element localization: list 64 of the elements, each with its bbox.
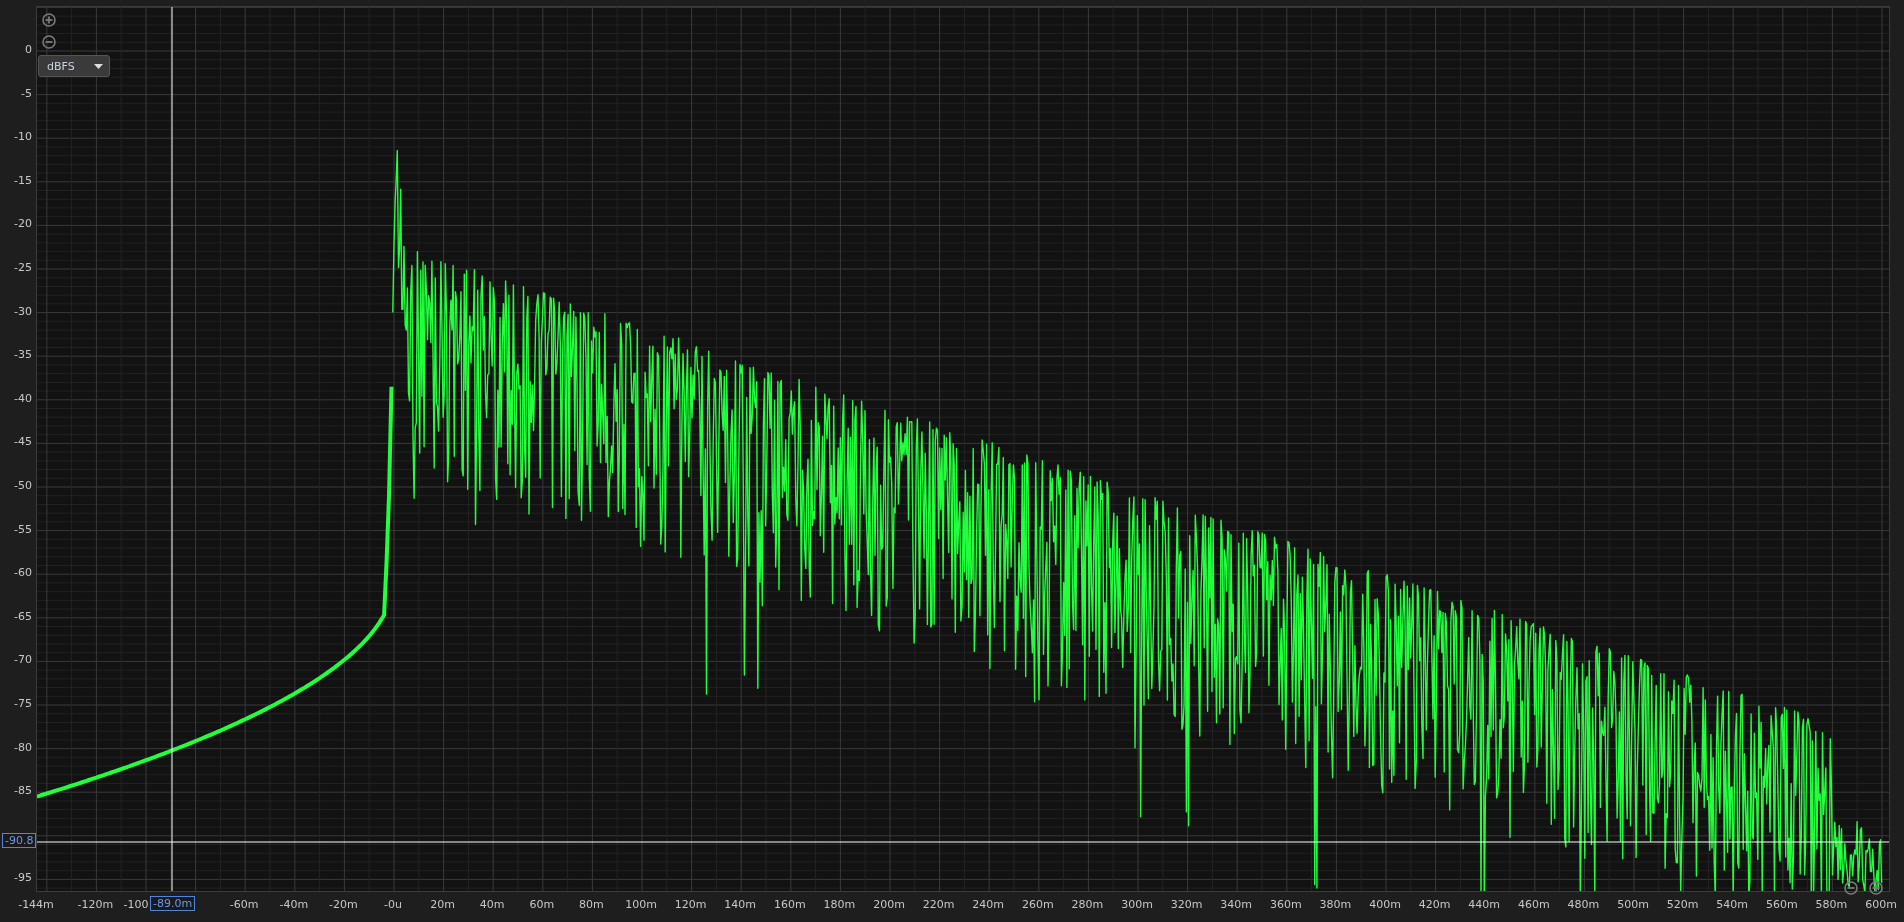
x-axis-label: 580m	[1815, 898, 1848, 911]
x-axis-label: 420m	[1418, 898, 1451, 911]
y-axis-label: -80	[14, 740, 32, 754]
y-axis-label: -25	[14, 261, 32, 274]
x-axis-label: -144m	[18, 898, 54, 911]
y-axis-label: -85	[14, 784, 32, 798]
x-axis-label: 220m	[922, 898, 955, 911]
x-axis-label: 460m	[1517, 898, 1550, 911]
caret-icon	[94, 63, 103, 69]
unit-dropdown[interactable]: dBFS	[38, 55, 110, 77]
y-cursor-readout: -90.8	[2, 833, 37, 848]
x-axis-label: 340m	[1220, 898, 1253, 911]
x-axis-label: 40m	[479, 898, 505, 911]
y-axis-label: -95	[14, 871, 32, 885]
x-axis-label: -40m	[279, 898, 309, 911]
x-axis-label: 80m	[579, 898, 604, 911]
y-axis-label: -10	[14, 130, 32, 144]
x-cursor-readout: -89.0m	[150, 896, 196, 911]
x-axis-label: 280m	[1071, 898, 1104, 911]
x-axis-label: -0u	[384, 898, 402, 911]
y-axis-label: -40	[14, 391, 32, 405]
x-axis-label: 320m	[1170, 898, 1203, 911]
x-axis-label: 600m	[1865, 898, 1897, 911]
y-axis-label: -30	[14, 304, 32, 318]
x-axis-label: 520m	[1666, 898, 1699, 911]
x-axis-label: -120m	[77, 898, 114, 911]
x-axis-label: 300m	[1121, 898, 1153, 911]
x-axis-label: 360m	[1269, 898, 1302, 911]
x-axis-label: 240m	[972, 898, 1005, 911]
x-axis-label: 160m	[773, 898, 806, 911]
x-axis-label: 100m	[625, 898, 657, 911]
zoom-in-icon[interactable]	[1869, 881, 1883, 895]
x-axis-label: 120m	[674, 898, 707, 911]
cursor-horizontal-line[interactable]	[37, 841, 1889, 843]
y-axis-label: -50	[14, 479, 32, 492]
y-axis-label: -75	[14, 697, 32, 710]
x-axis-label: 540m	[1716, 898, 1749, 911]
x-axis-label: 260m	[1021, 898, 1054, 911]
y-axis-label: -60	[14, 566, 32, 580]
y-axis-label: -65	[14, 609, 32, 623]
x-axis-label: 200m	[873, 898, 905, 911]
y-axis-label: -45	[14, 435, 32, 449]
x-axis-label: 400m	[1369, 898, 1401, 911]
y-axis-label: 0	[25, 43, 32, 56]
y-axis-label: -35	[14, 348, 32, 362]
x-axis-label: 20m	[430, 898, 455, 911]
y-axis-label: -70	[14, 653, 32, 667]
x-axis-label: -60m	[229, 898, 259, 911]
x-axis-label: 180m	[823, 898, 856, 911]
x-axis-label: 140m	[724, 898, 757, 911]
plot-area[interactable]: dBFS	[36, 6, 1890, 892]
y-axis-label: -55	[14, 522, 32, 536]
y-axis-label: -15	[14, 173, 32, 187]
x-axis-label: 380m	[1319, 898, 1352, 911]
x-axis-label: -20m	[329, 898, 358, 911]
x-axis-label: -100	[123, 898, 149, 911]
x-axis-label: 60m	[529, 898, 555, 911]
x-axis-label: 560m	[1765, 898, 1798, 911]
zoom-out-icon[interactable]	[1844, 881, 1858, 895]
y-axis-label: -5	[21, 86, 32, 100]
y-axis-label: -20	[14, 217, 32, 231]
x-axis-label: 500m	[1617, 898, 1649, 911]
x-axis-label: 480m	[1567, 898, 1600, 911]
x-axis-label: 440m	[1468, 898, 1501, 911]
